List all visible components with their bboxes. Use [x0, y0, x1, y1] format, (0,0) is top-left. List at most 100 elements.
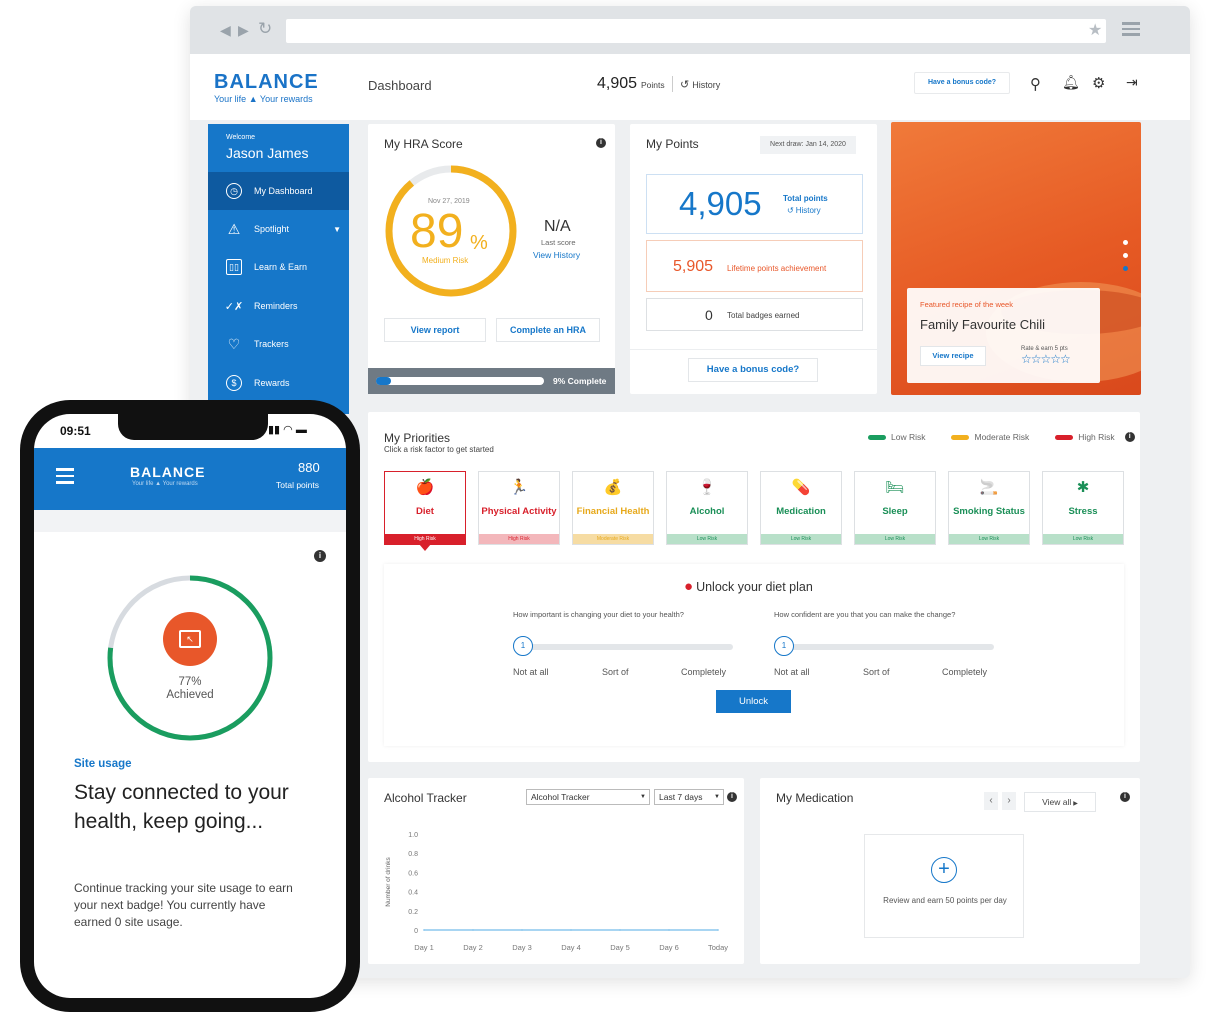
back-icon[interactable]: ◀: [220, 22, 231, 39]
legend-label: Moderate Risk: [974, 432, 1030, 442]
settings-gear-icon[interactable]: ⚙: [1092, 74, 1105, 92]
view-report-button[interactable]: View report: [384, 318, 486, 342]
priority-risk-bar: High Risk: [385, 534, 465, 544]
data-point: [521, 929, 523, 931]
next-draw-badge: Next draw: Jan 14, 2020: [760, 136, 856, 154]
phone-time: 09:51: [60, 424, 91, 438]
hra-progress-track: 9% Complete: [368, 368, 615, 394]
scale-label: Completely: [942, 667, 988, 677]
tracker-select[interactable]: Alcohol Tracker ▼: [526, 789, 650, 805]
alcohol-tracker-card: Alcohol Tracker Alcohol Tracker ▼ Last 7…: [368, 778, 744, 964]
site-usage-body: Continue tracking your site usage to ear…: [74, 881, 293, 929]
priority-tile-medication[interactable]: 💊 Medication Low Risk: [760, 471, 842, 545]
last-score-value: N/A: [544, 218, 571, 235]
browser-toolbar: ◀ ▶ ↻ ★: [190, 6, 1190, 54]
hra-score-value: 89: [410, 205, 464, 258]
importance-slider-handle[interactable]: 1: [513, 636, 533, 656]
priority-risk-bar: Low Risk: [667, 534, 747, 544]
info-icon[interactable]: i: [596, 138, 606, 148]
site-usage-headline: Stay connected to your health, keep goin…: [74, 781, 289, 833]
alcohol-tracker-title: Alcohol Tracker: [384, 791, 467, 805]
phone-screen: 09:51 ▮▮ ◠ ▬ BALANCE Your life ▲ Your re…: [34, 414, 346, 998]
notification-bell-icon[interactable]: 🔔︎: [1062, 74, 1080, 91]
pills-icon: 💊: [791, 479, 811, 496]
hra-progress-fill: [376, 377, 392, 385]
importance-slider-track[interactable]: [513, 644, 733, 650]
confidence-slider-handle[interactable]: 1: [774, 636, 794, 656]
add-medication-box[interactable]: + Review and earn 50 points per day: [864, 834, 1024, 938]
scale-label: Sort of: [602, 667, 629, 677]
history-link[interactable]: ↺ History: [680, 78, 720, 91]
priority-tile-diet[interactable]: 🍎 Diet High Risk: [384, 471, 466, 551]
complete-hra-button[interactable]: Complete an HRA: [496, 318, 600, 342]
user-name: Jason James: [226, 145, 309, 161]
x-tick-label: Day 5: [610, 943, 630, 952]
brand-logo[interactable]: BALANCE Your life ▲ Your rewards: [214, 71, 319, 104]
unlock-button[interactable]: Unlock: [716, 690, 791, 713]
phone-points-label: Total points: [276, 480, 319, 490]
sidebar-item-my-dashboard[interactable]: ◷ My Dashboard: [208, 172, 349, 210]
prev-icon[interactable]: ‹: [984, 792, 998, 810]
progress-label: Achieved: [166, 689, 214, 701]
chevron-down-icon[interactable]: ▼: [333, 225, 341, 234]
info-icon[interactable]: i: [314, 550, 326, 562]
divider: [630, 349, 877, 350]
carousel-dot-active[interactable]: [1123, 266, 1128, 271]
sidebar-item-label: Reminders: [254, 301, 298, 311]
view-all-button[interactable]: View all ▶: [1024, 792, 1096, 812]
history-icon: ↺: [787, 206, 794, 215]
hra-progress-bar: [376, 377, 544, 385]
browser-menu-icon[interactable]: [1122, 22, 1140, 36]
priority-tile-physical-activity[interactable]: 🏃 Physical Activity High Risk: [478, 471, 560, 545]
points-title: My Points: [646, 137, 699, 151]
bonus-code-header-button[interactable]: Have a bonus code?: [914, 72, 1010, 94]
medication-title: My Medication: [776, 791, 854, 805]
carousel-dot[interactable]: [1123, 253, 1128, 258]
x-tick-label: Day 2: [463, 943, 483, 952]
confidence-slider-track[interactable]: [774, 644, 994, 650]
add-plus-icon[interactable]: +: [931, 857, 957, 883]
search-icon[interactable]: ⚲: [1030, 75, 1041, 93]
priority-tile-sleep[interactable]: 🛏 Sleep Low Risk: [854, 471, 936, 545]
sidebar-item-rewards[interactable]: $ Rewards: [208, 364, 349, 402]
priority-tile-financial-health[interactable]: 💰 Financial Health Moderate Risk: [572, 471, 654, 545]
priority-tile-alcohol[interactable]: 🍷 Alcohol Low Risk: [666, 471, 748, 545]
hamburger-menu-icon[interactable]: [56, 468, 74, 484]
forward-icon[interactable]: ▶: [238, 22, 249, 39]
view-all-label: View all: [1042, 797, 1072, 807]
carousel-dot[interactable]: [1123, 240, 1128, 245]
recipe-overlay: Featured recipe of the week Family Favou…: [907, 288, 1100, 383]
range-select[interactable]: Last 7 days ▼: [654, 789, 724, 805]
scale-label: Completely: [681, 667, 727, 677]
rating-stars[interactable]: ☆☆☆☆☆: [1021, 352, 1071, 366]
bookmark-star-icon[interactable]: ★: [1088, 20, 1102, 40]
book-icon: ▯▯: [226, 259, 242, 275]
info-icon[interactable]: i: [1120, 792, 1130, 802]
next-icon[interactable]: ›: [1002, 792, 1016, 810]
view-recipe-button[interactable]: View recipe: [920, 346, 986, 366]
runner-icon: 🏃: [509, 479, 529, 496]
y-tick-label: 0.2: [408, 909, 418, 916]
dashboard-icon: ◷: [226, 183, 242, 199]
x-tick-label: Day 4: [561, 943, 581, 952]
data-point: [717, 929, 719, 931]
sidebar-item-learn-earn[interactable]: ▯▯ Learn & Earn: [208, 248, 349, 286]
priority-tile-stress[interactable]: ✱ Stress Low Risk: [1042, 471, 1124, 545]
priority-tile-smoking-status[interactable]: 🚬 Smoking Status Low Risk: [948, 471, 1030, 545]
reload-icon[interactable]: ↻: [258, 19, 272, 39]
sidebar-item-trackers[interactable]: ♡ Trackers: [208, 325, 349, 363]
points-history-link[interactable]: ↺ History: [787, 206, 821, 215]
view-history-link[interactable]: View History: [533, 250, 580, 260]
recipe-card[interactable]: Featured recipe of the week Family Favou…: [891, 122, 1141, 395]
total-points-box: 4,905 Total points ↺ History: [646, 174, 863, 234]
info-icon[interactable]: i: [1124, 432, 1135, 442]
sidebar-item-reminders[interactable]: ✓✗ Reminders: [208, 287, 349, 325]
sidebar-item-spotlight[interactable]: ⚠ Spotlight ▼: [208, 210, 349, 248]
info-icon[interactable]: i: [727, 792, 737, 802]
stress-icon: ✱: [1076, 479, 1090, 496]
sidebar-item-label: My Dashboard: [254, 186, 313, 196]
logout-icon[interactable]: ⇥: [1126, 74, 1138, 91]
address-bar[interactable]: [286, 19, 1106, 43]
history-icon: ↺: [680, 79, 690, 91]
bonus-code-button[interactable]: Have a bonus code?: [688, 358, 818, 382]
